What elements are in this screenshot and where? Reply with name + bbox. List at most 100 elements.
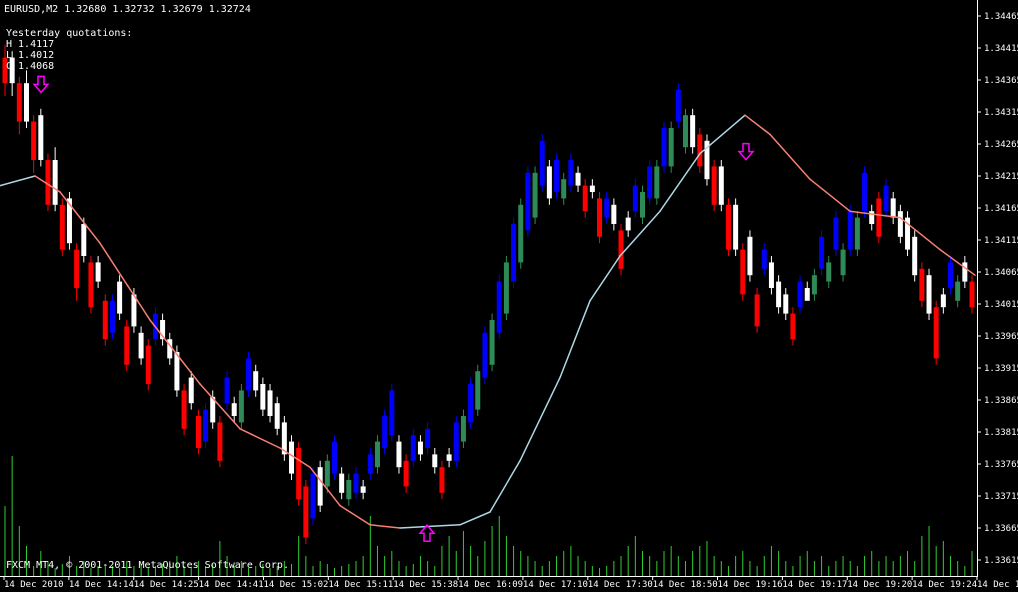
candle[interactable] [489,313,495,372]
candle[interactable] [647,160,653,205]
candle[interactable] [382,409,388,455]
candle[interactable] [661,121,667,173]
candle[interactable] [697,128,703,173]
time-label: 14 Dec 2010 [4,580,64,590]
candle[interactable] [905,211,911,256]
candle[interactable] [854,211,860,256]
candle[interactable] [453,416,459,468]
price-label: 1.34465 [984,12,1018,22]
candle[interactable] [675,83,681,128]
candle-body [668,128,674,167]
candle[interactable] [711,160,717,212]
candle-body [374,441,380,468]
candle[interactable] [747,230,753,282]
price-label: 1.33715 [984,492,1018,502]
candle[interactable] [482,326,488,384]
candle-body [274,403,280,429]
candle[interactable] [88,256,94,314]
price-chart[interactable]: 1.34465 1.34415 1.34365 1.34315 1.34265 1.342… [0,0,1018,592]
candle-body [969,281,975,308]
candle-body [23,83,29,122]
candle-body [310,473,316,519]
candle[interactable] [66,192,72,250]
candle[interactable] [862,166,868,218]
candle[interactable] [102,294,108,346]
candle[interactable] [532,166,538,224]
candle-body [81,224,87,256]
candle[interactable] [718,160,724,212]
candle[interactable] [281,416,287,461]
candle[interactable] [847,204,853,256]
candle[interactable] [38,108,44,167]
candle[interactable] [725,198,731,256]
candle[interactable] [554,153,560,199]
candle[interactable] [733,198,739,256]
candle[interactable] [539,134,545,192]
candle[interactable] [833,211,839,256]
candle[interactable] [740,243,746,301]
candle[interactable] [525,166,531,237]
candle-body [747,236,753,276]
candle[interactable] [654,160,660,205]
candle[interactable] [754,288,760,333]
candle[interactable] [246,352,252,397]
candle[interactable] [389,384,395,442]
candle[interactable] [668,121,674,173]
candle[interactable] [876,192,882,244]
candle-body [948,262,954,288]
candle[interactable] [511,217,517,288]
candle-body [776,281,782,308]
candle[interactable] [682,108,688,154]
candle[interactable] [317,460,323,512]
candle-body [396,441,402,468]
candle[interactable] [331,435,337,480]
candle[interactable] [203,403,209,448]
candle[interactable] [618,224,624,276]
candle-body [203,409,209,442]
candle[interactable] [468,377,474,429]
candle-body [518,204,524,263]
candle[interactable] [145,339,151,391]
candle-body [95,262,101,282]
candle[interactable] [475,364,481,416]
candle[interactable] [117,275,123,320]
candle[interactable] [704,134,710,186]
candle[interactable] [919,262,925,308]
candle[interactable] [503,256,509,320]
candle[interactable] [690,108,696,154]
time-label: 14 Dec 19:31 [977,580,1018,590]
candle[interactable] [933,300,939,365]
candle-body [640,192,646,218]
candle[interactable] [518,198,524,269]
time-label: 14 Dec 18:50 [653,580,718,590]
candle[interactable] [238,384,244,429]
candle[interactable] [303,480,309,544]
candle-body [475,371,481,410]
candle[interactable] [124,320,130,372]
candle[interactable] [546,160,552,205]
candle[interactable] [59,198,65,256]
candle[interactable] [310,467,316,525]
candle-body [561,179,567,199]
candle[interactable] [289,435,295,480]
candle[interactable] [181,384,187,436]
candle[interactable] [195,409,201,455]
candle[interactable] [217,416,223,468]
candle[interactable] [296,441,302,506]
candle-body [346,480,352,500]
candle[interactable] [912,230,918,282]
candle-body [339,473,345,493]
candle[interactable] [597,192,603,244]
candle[interactable] [496,275,502,340]
candle-body [31,121,37,160]
candle-body [833,217,839,250]
candle[interactable] [819,230,825,276]
candle[interactable] [109,294,115,340]
yesterday-title: Yesterday quotations: [6,28,133,39]
price-label: 1.34115 [984,236,1018,246]
candle-body [16,83,22,122]
candle-body [661,128,667,167]
candle-body [697,134,703,167]
candle[interactable] [926,268,932,320]
time-label: 14 Dec 14:41 [199,580,264,590]
